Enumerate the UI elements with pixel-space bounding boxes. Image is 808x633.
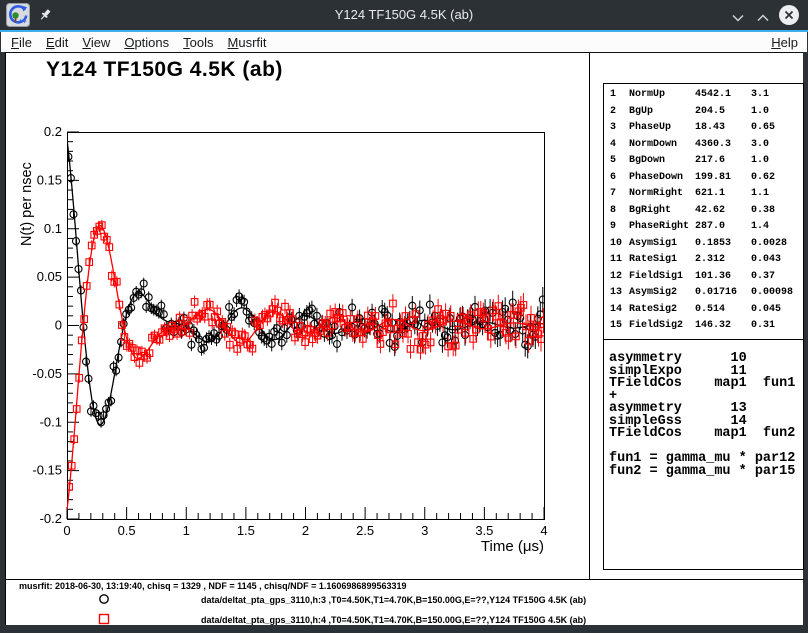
fit-status-line: musrfit: 2018-06-30, 13:19:40, chisq = 1… xyxy=(19,581,406,591)
param-row: 6PhaseDown199.810.62 xyxy=(604,170,803,187)
param-row: 9PhaseRight287.01.4 xyxy=(604,219,803,236)
menu-item-help[interactable]: Help xyxy=(762,35,807,50)
data-series-1 xyxy=(65,140,546,428)
menu-item-musrfit[interactable]: Musrfit xyxy=(221,35,274,50)
param-row: 10AsymSig10.18530.0028 xyxy=(604,236,803,253)
x-tick-label: 2.5 xyxy=(356,523,374,538)
x-tick-label: 3 xyxy=(421,523,428,538)
minimize-button[interactable] xyxy=(731,10,745,28)
app-window: ++ Y124 TF150G 4.5K (ab) xyxy=(0,0,808,633)
legend-marker-square-icon xyxy=(98,613,110,625)
param-row: 12FieldSig1101.360.37 xyxy=(604,269,803,286)
root-canvas: 0 0.5 1 1.5 2 2.5 3 3.5 4 0.2 0.15 0.1 0.05 0 -0.05 -0.… xyxy=(5,52,803,625)
legend-label: data/deltat_pta_gps_3110,h:4 ,T0=4.50K,T… xyxy=(201,615,586,625)
y-tick-label: 0.1 xyxy=(44,221,62,236)
menu-item-tools[interactable]: Tools xyxy=(176,35,220,50)
theory-line: fun2 = gamma_mu * par15 xyxy=(609,466,803,479)
y-tick-label: -0.2 xyxy=(40,511,62,526)
y-tick-label: 0.15 xyxy=(37,172,62,187)
x-tick-label: 2 xyxy=(302,523,309,538)
x-tick-label: 4 xyxy=(540,523,547,538)
param-row: 2BgUp204.51.0 xyxy=(604,104,803,121)
plot-area[interactable]: 0 0.5 1 1.5 2 2.5 3 3.5 4 0.2 0.15 0.1 0.05 0 -0.05 -0.… xyxy=(6,53,589,579)
param-row: 8BgRight42.620.38 xyxy=(604,203,803,220)
y-axis-title: N(t) per nsec xyxy=(19,124,35,246)
param-row: 7NormRight621.11.1 xyxy=(604,186,803,203)
param-row: 4NormDown4360.33.0 xyxy=(604,137,803,154)
menu-item-view[interactable]: View xyxy=(75,35,117,50)
x-tick-label: 0.5 xyxy=(118,523,136,538)
close-button[interactable] xyxy=(778,4,800,31)
legend-entry: data/deltat_pta_gps_3110,h:3 ,T0=4.50K,T… xyxy=(6,593,804,609)
menu-bar: FileEditViewOptionsToolsMusrfit Help xyxy=(1,32,807,52)
y-tick-label: 0.05 xyxy=(37,269,62,284)
y-tick-label: 0 xyxy=(55,318,62,333)
param-row: 5BgDown217.61.0 xyxy=(604,153,803,170)
fit-curve xyxy=(67,226,544,510)
param-row: 3PhaseUp18.430.65 xyxy=(604,120,803,137)
error-bars xyxy=(69,220,543,492)
y-tick-label: 0.2 xyxy=(44,124,62,139)
theory-line: TFieldCos map1 fun2 xyxy=(609,428,803,441)
data-series-2 xyxy=(66,220,547,510)
pad-divider-vertical xyxy=(589,53,590,579)
menu-item-options[interactable]: Options xyxy=(117,35,176,50)
theory-box: asymmetry 10simplExpo 11TFieldCos map1 f… xyxy=(603,339,804,570)
fit-curve xyxy=(67,140,544,425)
legend-label: data/deltat_pta_gps_3110,h:3 ,T0=4.50K,T… xyxy=(201,595,586,605)
parameter-box: 1NormUp4542.13.12BgUp204.51.03PhaseUp18.… xyxy=(603,83,804,340)
param-row: 1NormUp4542.13.1 xyxy=(604,87,803,104)
menu-items: FileEditViewOptionsToolsMusrfit xyxy=(1,35,274,50)
param-row: 13AsymSig20.017160.00098 xyxy=(604,285,803,302)
x-tick-label: 0 xyxy=(63,523,70,538)
legend-entry: data/deltat_pta_gps_3110,h:4 ,T0=4.50K,T… xyxy=(6,613,804,629)
y-tick-label: -0.1 xyxy=(40,414,62,429)
param-row: 11RateSig12.3120.043 xyxy=(604,252,803,269)
plot-title: Y124 TF150G 4.5K (ab) xyxy=(46,58,283,82)
window-title: Y124 TF150G 4.5K (ab) xyxy=(0,7,808,22)
param-row: 15FieldSig2146.320.31 xyxy=(604,318,803,335)
x-tick-label: 1 xyxy=(183,523,190,538)
x-tick-label: 1.5 xyxy=(237,523,255,538)
menu-item-edit[interactable]: Edit xyxy=(39,35,75,50)
menu-item-file[interactable]: File xyxy=(4,35,39,50)
legend-marker-circle-icon xyxy=(98,593,110,605)
maximize-button[interactable] xyxy=(756,10,770,28)
theory-line: TFieldCos map1 fun1 xyxy=(609,378,803,391)
x-axis-title: Time (μs) xyxy=(404,538,544,555)
x-tick-label: 3.5 xyxy=(475,523,493,538)
pad-divider-horizontal xyxy=(6,579,804,580)
title-bar: ++ Y124 TF150G 4.5K (ab) xyxy=(0,0,808,30)
y-tick-label: -0.15 xyxy=(32,463,62,478)
y-tick-label: -0.05 xyxy=(32,366,62,381)
param-row: 14RateSig20.5140.045 xyxy=(604,302,803,319)
